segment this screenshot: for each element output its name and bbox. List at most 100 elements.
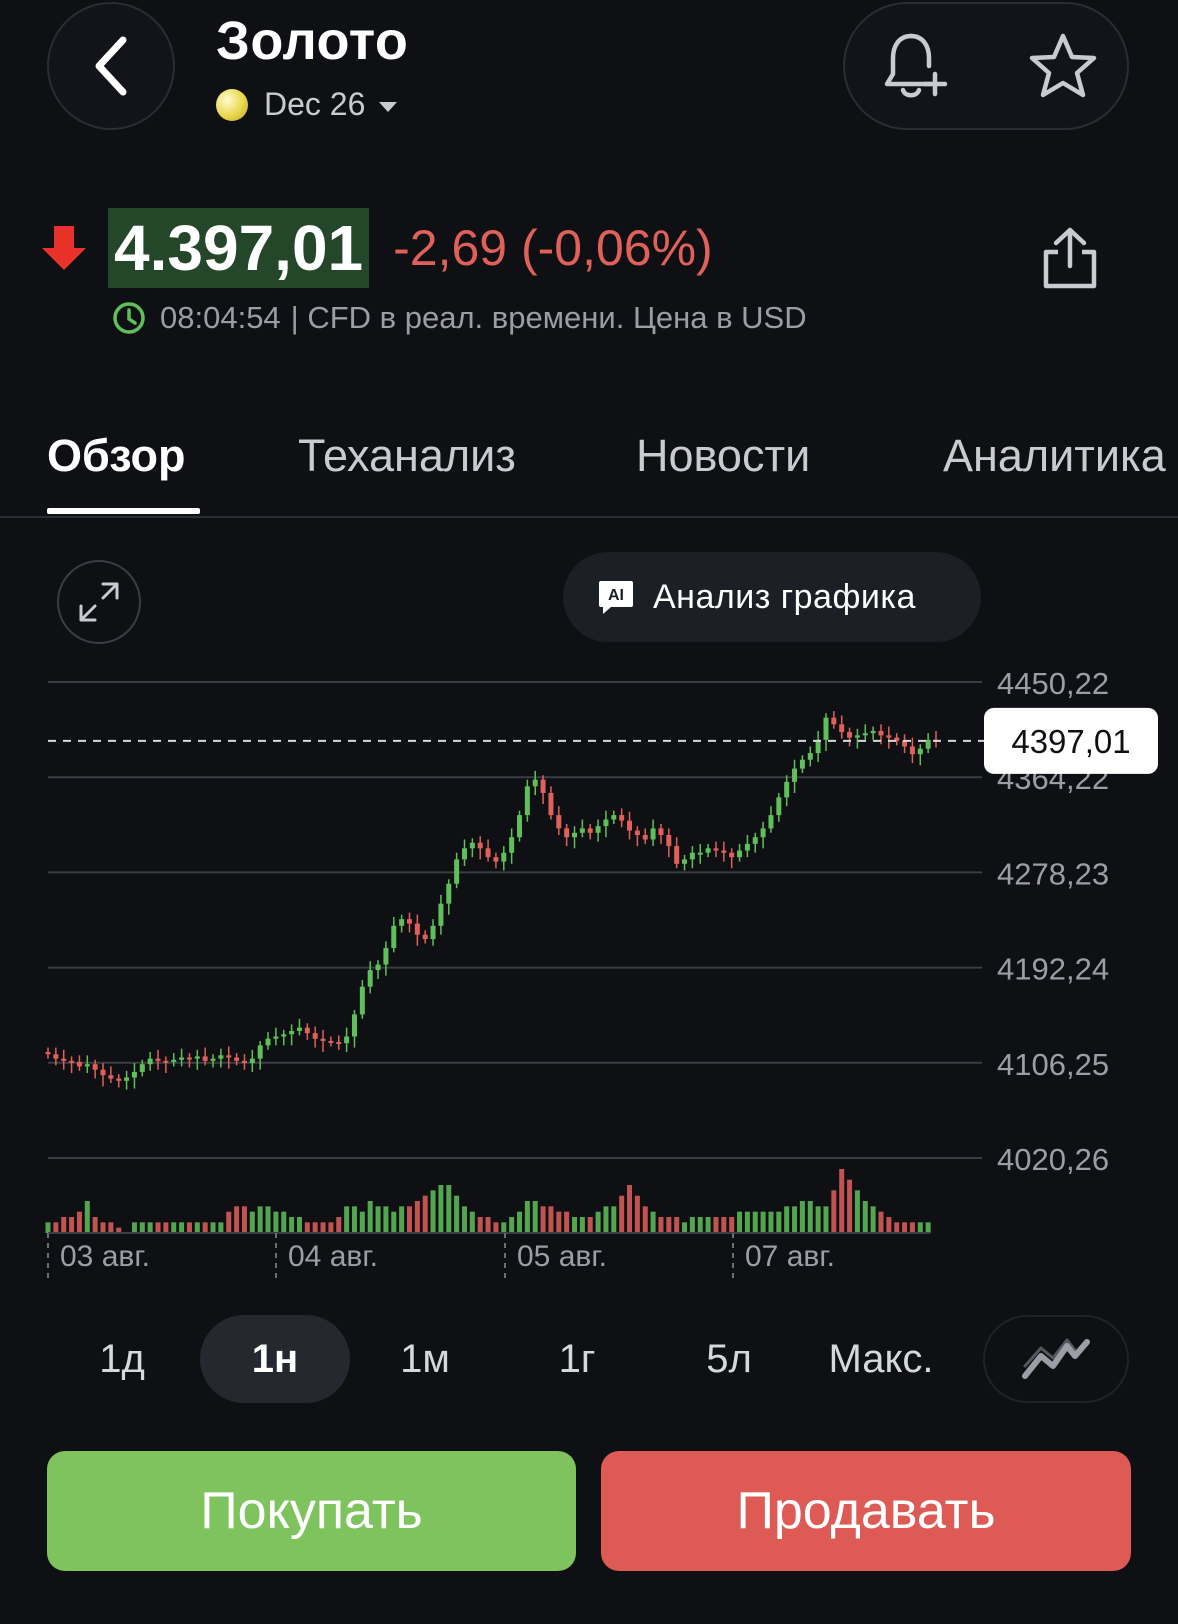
candle xyxy=(163,1060,169,1063)
volume-bar xyxy=(737,1211,743,1233)
candle xyxy=(139,1064,145,1072)
range-1y[interactable]: 1г xyxy=(532,1315,622,1403)
y-axis-label: 4192,24 xyxy=(997,952,1109,987)
price-chart[interactable]: 4450,224364,224278,234192,244106,254020,… xyxy=(0,660,1178,1300)
candle xyxy=(909,746,915,755)
expand-chart-button[interactable] xyxy=(57,560,141,644)
volume-bar xyxy=(705,1217,711,1233)
volume-bar xyxy=(666,1217,672,1233)
candle xyxy=(587,828,593,833)
candle xyxy=(454,859,460,884)
candle xyxy=(155,1058,161,1061)
volume-bar xyxy=(784,1206,790,1233)
chart-analysis-label: Анализ графика xyxy=(653,577,916,616)
y-axis-label: 4020,26 xyxy=(997,1142,1109,1177)
volume-bar xyxy=(171,1222,177,1233)
back-button[interactable] xyxy=(47,2,175,130)
volume-bar xyxy=(713,1217,719,1233)
contract-label: Dec 26 xyxy=(264,86,366,122)
candle xyxy=(564,828,570,838)
share-button[interactable] xyxy=(1040,226,1100,295)
tab-bar: Обзор Теханализ Новости Аналитика xyxy=(0,420,1178,518)
active-tab-indicator xyxy=(47,508,200,514)
volume-bar xyxy=(831,1190,837,1233)
candle xyxy=(532,779,538,787)
volume-bar xyxy=(186,1222,192,1233)
chevron-left-icon xyxy=(95,36,127,96)
buy-button[interactable]: Покупать xyxy=(47,1451,576,1571)
price-value: 4.397,01 xyxy=(108,208,370,288)
candle xyxy=(831,717,837,725)
candle xyxy=(226,1055,232,1058)
line-chart-icon xyxy=(1022,1338,1090,1379)
volume-bar xyxy=(289,1217,295,1233)
volume-bar xyxy=(351,1206,357,1233)
tab-overview[interactable]: Обзор xyxy=(47,430,185,482)
tab-news[interactable]: Новости xyxy=(636,430,810,482)
volume-bar xyxy=(509,1217,515,1233)
volume-bar xyxy=(587,1217,593,1233)
volume-bar xyxy=(854,1190,860,1233)
range-5y[interactable]: 5л xyxy=(684,1315,774,1403)
volume-bar xyxy=(92,1217,98,1233)
candle xyxy=(375,964,381,971)
volume-bar xyxy=(194,1222,200,1233)
chart-analysis-button[interactable]: AI Анализ графика xyxy=(563,552,981,642)
volume-bar xyxy=(925,1222,931,1233)
range-max[interactable]: Макс. xyxy=(808,1315,954,1403)
candle xyxy=(477,842,483,849)
volume-bar xyxy=(658,1217,664,1233)
candle xyxy=(792,768,798,782)
volume-bar xyxy=(69,1217,75,1233)
favorite-button[interactable] xyxy=(1023,26,1103,106)
candle xyxy=(493,857,499,862)
volume-bar xyxy=(139,1222,145,1233)
volume-bar xyxy=(894,1222,900,1233)
gold-coin-icon xyxy=(216,88,248,121)
alert-button[interactable] xyxy=(875,26,955,106)
volume-bar xyxy=(179,1222,185,1233)
caret-down-icon xyxy=(379,101,398,112)
header-actions xyxy=(843,2,1129,130)
volume-bar xyxy=(799,1201,805,1233)
volume-bar xyxy=(265,1206,271,1233)
candle xyxy=(320,1038,326,1041)
volume-bar xyxy=(627,1185,633,1233)
chart-type-button[interactable] xyxy=(983,1315,1129,1403)
candle xyxy=(469,842,475,849)
volume-bar xyxy=(634,1195,640,1233)
range-1d[interactable]: 1д xyxy=(78,1315,166,1403)
volume-bar xyxy=(61,1217,67,1233)
price-row: 4.397,01 -2,69 (-0,06%) xyxy=(40,208,713,288)
candle xyxy=(186,1057,192,1060)
range-1m[interactable]: 1м xyxy=(380,1315,470,1403)
volume-bar xyxy=(752,1211,758,1233)
volume-bar xyxy=(697,1217,703,1233)
share-icon xyxy=(1043,227,1097,289)
candle xyxy=(627,820,633,831)
candle xyxy=(689,852,695,860)
volume-bar xyxy=(155,1222,161,1233)
candle xyxy=(265,1038,271,1046)
contract-selector[interactable]: Dec 26 xyxy=(216,86,398,123)
candle xyxy=(108,1075,114,1079)
candle xyxy=(556,815,562,829)
x-axis-label: 07 авг. xyxy=(745,1240,835,1273)
volume-bar xyxy=(807,1201,813,1233)
sell-button[interactable]: Продавать xyxy=(601,1451,1131,1571)
volume-bar xyxy=(611,1206,617,1233)
candle xyxy=(925,739,931,749)
volume-bar xyxy=(241,1206,247,1233)
volume-bar xyxy=(477,1217,483,1233)
tab-technical-analysis[interactable]: Теханализ xyxy=(298,430,516,482)
volume-bar xyxy=(917,1222,923,1233)
volume-bar xyxy=(336,1217,342,1233)
candle xyxy=(241,1060,247,1064)
range-1w[interactable]: 1н xyxy=(200,1315,350,1403)
tab-analytics[interactable]: Аналитика xyxy=(943,430,1166,482)
volume-bar xyxy=(760,1211,766,1233)
volume-bar xyxy=(100,1222,106,1233)
candle xyxy=(399,919,405,926)
candle xyxy=(823,717,829,740)
volume-bar xyxy=(469,1211,475,1233)
